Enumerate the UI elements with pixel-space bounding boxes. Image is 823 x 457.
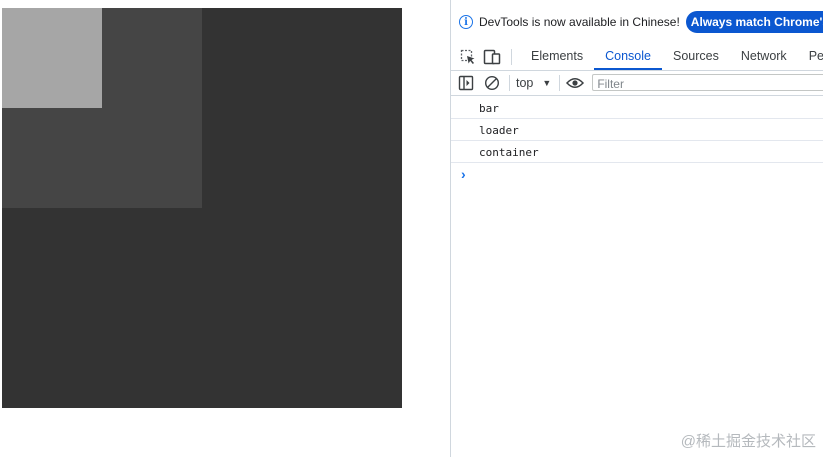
bar-box	[2, 8, 102, 108]
console-message: loader	[451, 120, 823, 141]
console-messages: bar loader container ›	[451, 98, 823, 185]
devtools-panel: i DevTools is now available in Chinese! …	[450, 0, 823, 457]
inspect-element-icon[interactable]	[459, 44, 477, 70]
caret-down-icon: ▼	[542, 77, 552, 88]
filter-field[interactable]	[592, 74, 823, 92]
device-toolbar-icon[interactable]	[483, 44, 501, 70]
page-preview	[0, 0, 450, 457]
console-message: bar	[451, 98, 823, 119]
filter-input[interactable]	[593, 76, 802, 92]
tab-elements[interactable]: Elements	[520, 43, 594, 70]
tab-network[interactable]: Network	[730, 43, 798, 70]
always-match-language-button[interactable]: Always match Chrome's la	[685, 11, 823, 33]
tab-sources[interactable]: Sources	[662, 43, 730, 70]
clear-console-icon[interactable]	[483, 72, 501, 94]
info-icon: i	[459, 15, 473, 29]
language-infobar: i DevTools is now available in Chinese! …	[451, 8, 823, 36]
loader-box	[2, 8, 202, 208]
context-label: top	[516, 75, 534, 90]
eye-icon[interactable]	[566, 72, 585, 94]
console-message: container	[451, 142, 823, 163]
toolbar-separator	[509, 74, 510, 91]
context-selector[interactable]: top ▼	[516, 76, 551, 90]
container-box	[2, 8, 402, 408]
devtools-tab-bar: Elements Console Sources Network Perfo	[451, 42, 823, 71]
infobar-message: DevTools is now available in Chinese!	[479, 15, 680, 29]
tab-separator	[511, 49, 512, 65]
tab-console[interactable]: Console	[594, 43, 662, 70]
watermark: @稀土掘金技术社区	[680, 433, 816, 450]
console-prompt[interactable]: ›	[451, 163, 823, 185]
toolbar-separator	[559, 74, 561, 91]
tab-performance[interactable]: Perfo	[798, 43, 823, 70]
prompt-chevron-icon: ›	[461, 166, 466, 182]
console-toolbar: top ▼	[451, 70, 823, 96]
sidebar-toggle-icon[interactable]	[457, 72, 475, 94]
